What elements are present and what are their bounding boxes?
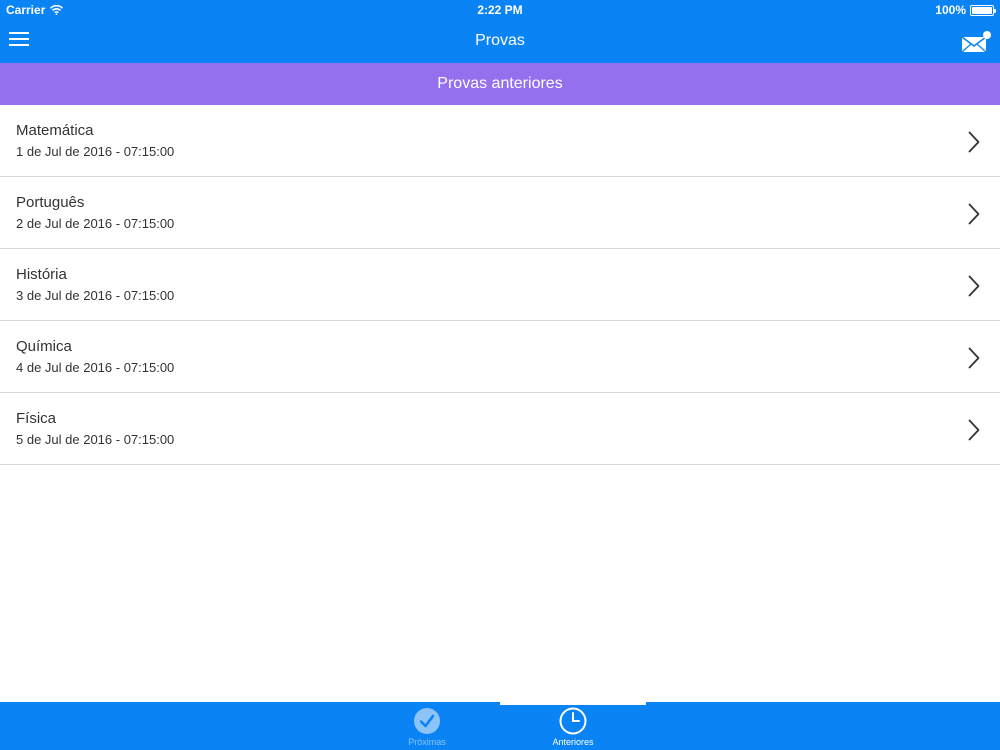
chevron-right-icon: [968, 131, 980, 153]
list-item[interactable]: Matemática 1 de Jul de 2016 - 07:15:00: [0, 105, 1000, 177]
item-title: Português: [16, 194, 85, 211]
page-title: Provas: [475, 32, 525, 49]
chevron-right-icon: [968, 275, 980, 297]
battery-status: 100%: [935, 3, 996, 17]
list-item[interactable]: Química 4 de Jul de 2016 - 07:15:00: [0, 321, 1000, 393]
clock-icon: [559, 707, 587, 735]
chevron-right-icon: [968, 347, 980, 369]
item-title: Matemática: [16, 122, 94, 139]
battery-icon: [970, 4, 996, 16]
battery-percent: 100%: [935, 3, 966, 17]
mail-notification-icon: [961, 31, 991, 53]
item-title: Física: [16, 410, 57, 427]
tab-proximas-label: Próximas: [408, 737, 446, 747]
navigation-bar: Provas: [0, 20, 1000, 63]
tab-proximas[interactable]: Próximas: [372, 705, 482, 750]
item-title: Química: [16, 338, 72, 355]
section-header: Provas anteriores: [0, 63, 1000, 105]
item-date: 2 de Jul de 2016 - 07:15:00: [16, 216, 175, 231]
status-bar: Carrier 2:22 PM 100%: [0, 0, 1000, 20]
item-title: História: [16, 266, 67, 283]
tab-anteriores-label: Anteriores: [552, 737, 594, 747]
checkmark-circle-icon: [414, 708, 440, 734]
list-item[interactable]: Português 2 de Jul de 2016 - 07:15:00: [0, 177, 1000, 249]
item-date: 1 de Jul de 2016 - 07:15:00: [16, 144, 175, 159]
tab-bar: Próximas Anteriores: [0, 702, 1000, 750]
exam-list: Matemática 1 de Jul de 2016 - 07:15:00 P…: [0, 105, 1000, 465]
chevron-right-icon: [968, 203, 980, 225]
list-item[interactable]: História 3 de Jul de 2016 - 07:15:00: [0, 249, 1000, 321]
item-date: 3 de Jul de 2016 - 07:15:00: [16, 288, 175, 303]
battery-fill: [972, 6, 992, 14]
messages-button[interactable]: [960, 30, 992, 56]
item-date: 4 de Jul de 2016 - 07:15:00: [16, 360, 175, 375]
list-item[interactable]: Física 5 de Jul de 2016 - 07:15:00: [0, 393, 1000, 465]
status-time: 2:22 PM: [477, 3, 523, 17]
item-date: 5 de Jul de 2016 - 07:15:00: [16, 432, 175, 447]
chevron-right-icon: [968, 419, 980, 441]
tab-anteriores[interactable]: Anteriores: [518, 705, 628, 750]
